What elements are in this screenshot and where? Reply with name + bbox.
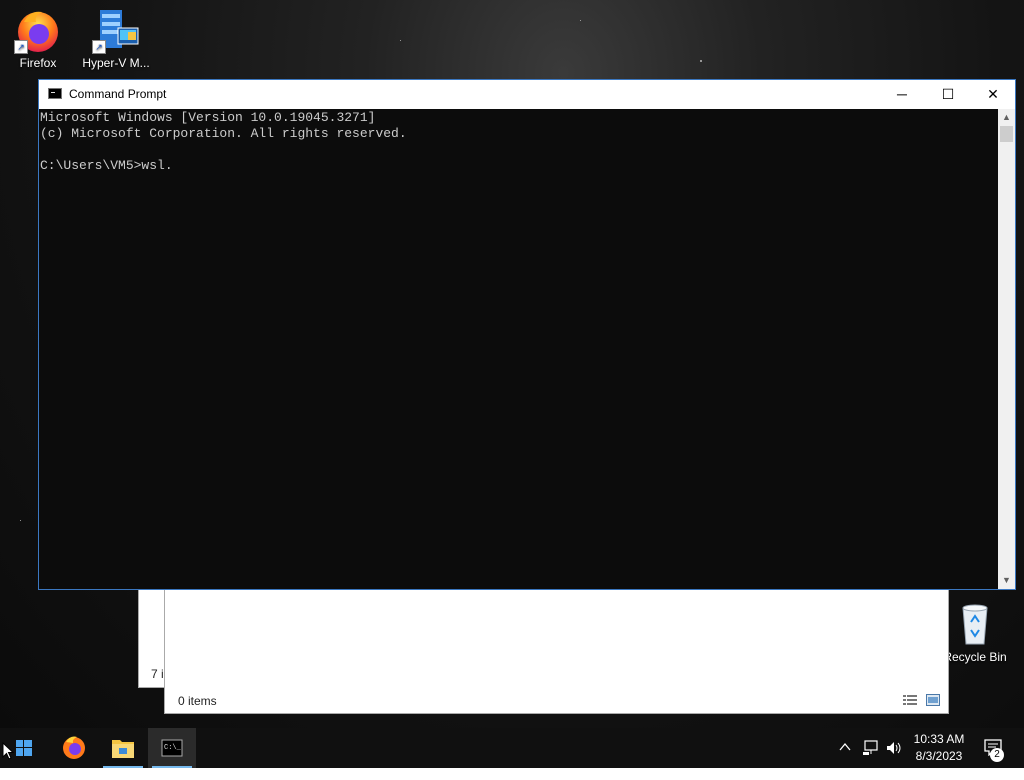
vertical-scrollbar[interactable]: ▲ ▼ [998,109,1015,589]
desktop-icon-label: Recycle Bin [943,650,1007,664]
item-count: 0 items [178,694,217,708]
shortcut-arrow-icon: ↗ [14,40,28,54]
cmd-icon [48,88,62,99]
desktop-icon-hyper-v[interactable]: ↗ Hyper-V M... [78,6,154,70]
show-hidden-icons-icon[interactable] [838,740,852,780]
volume-icon[interactable] [885,740,903,780]
desktop-icon-label: Hyper-V M... [82,56,150,70]
close-button[interactable]: ✕ [970,80,1016,109]
mouse-pointer-icon [2,741,15,765]
console-prompt-line: C:\Users\VM5>wsl. [40,158,173,173]
large-icons-view-icon[interactable] [926,694,940,706]
console-line: (c) Microsoft Corporation. All rights re… [40,126,407,141]
firefox-icon: ↗ [14,6,62,54]
maximize-button[interactable]: ☐ [925,80,971,109]
firefox-icon [63,736,85,759]
desktop-icon-firefox[interactable]: ↗ Firefox [0,6,76,70]
taskbar-clock[interactable]: 10:33 AM 8/3/2023 [908,731,970,765]
explorer-status-bar: 0 items [165,689,948,713]
svg-text:C:\_: C:\_ [164,744,182,752]
scrollbar-thumb[interactable] [1000,126,1013,142]
taskbar: C:\_ 10:33 AM 8/3/2023 [0,728,1024,768]
command-prompt-window[interactable]: Command Prompt ─ ☐ ✕ Microsoft Windows [… [38,79,1016,590]
window-titlebar[interactable]: Command Prompt ─ ☐ ✕ [39,80,1015,109]
shortcut-arrow-icon: ↗ [92,40,106,54]
desktop: ↗ Firefox ↗ Hyper-V M... Recycle Bin 7 i… [0,0,1024,728]
cmd-icon: C:\_ [161,739,183,757]
taskbar-command-prompt[interactable]: C:\_ [148,728,196,768]
desktop-icon-label: Firefox [19,56,57,70]
taskbar-firefox[interactable] [50,728,98,768]
taskbar-file-explorer[interactable] [99,728,147,768]
minimize-button[interactable]: ─ [879,80,925,109]
clock-time: 10:33 AM [913,732,965,746]
details-view-icon[interactable] [903,694,917,706]
hyper-v-icon: ↗ [92,6,140,54]
clock-date: 8/3/2023 [915,749,963,763]
notification-count-badge: 2 [990,748,1004,762]
folder-icon [112,740,134,758]
recycle-bin-icon [951,600,999,648]
scroll-up-icon[interactable]: ▲ [998,109,1015,126]
network-icon[interactable] [862,740,880,780]
console-output[interactable]: Microsoft Windows [Version 10.0.19045.32… [39,109,1000,590]
scroll-down-icon[interactable]: ▼ [998,572,1015,589]
window-title: Command Prompt [69,87,167,101]
explorer-peek-text: 7 i [151,667,164,681]
console-line: Microsoft Windows [Version 10.0.19045.32… [40,110,376,125]
